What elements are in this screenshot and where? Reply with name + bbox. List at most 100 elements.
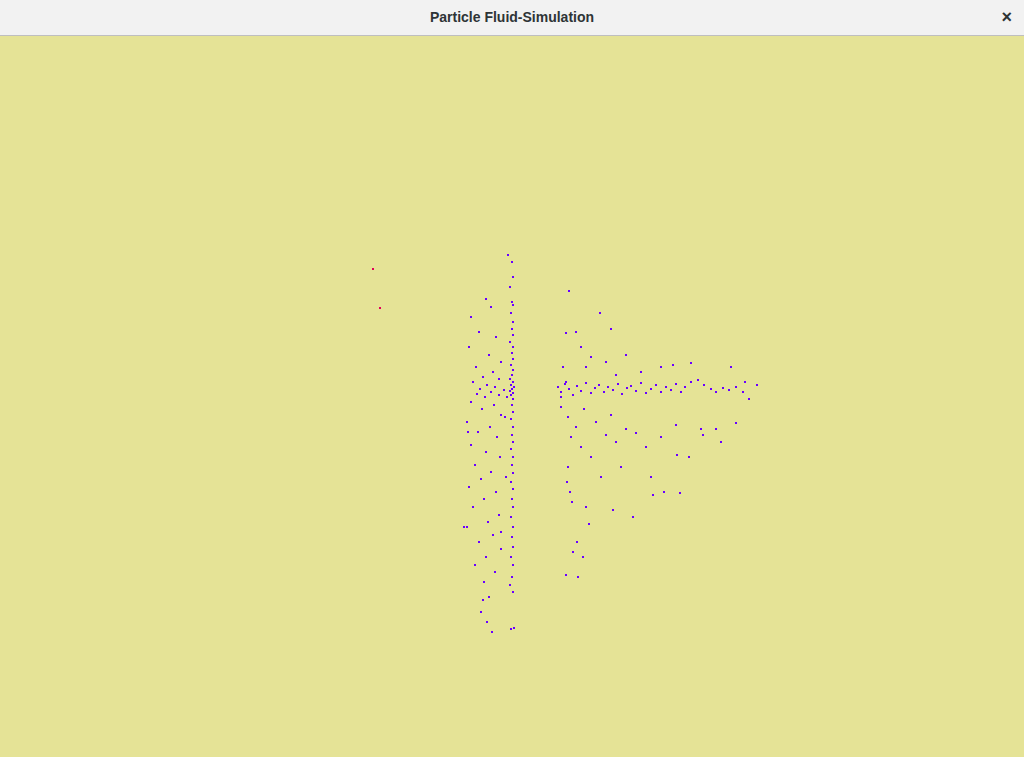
- particle: [486, 384, 488, 386]
- particle: [505, 476, 507, 478]
- particle: [474, 464, 476, 466]
- particle: [480, 611, 482, 613]
- particle: [479, 388, 481, 390]
- particle: [511, 352, 513, 354]
- particle: [756, 384, 758, 386]
- particle: [585, 382, 587, 384]
- particle: [500, 548, 502, 550]
- window-title: Particle Fluid-Simulation: [430, 7, 594, 28]
- particle: [645, 446, 647, 448]
- particle: [512, 346, 514, 348]
- particle: [570, 436, 572, 438]
- particle: [576, 541, 578, 543]
- particle: [468, 346, 470, 348]
- particle: [475, 366, 477, 368]
- particle: [645, 392, 647, 394]
- particle: [511, 374, 513, 376]
- particle: [512, 526, 514, 528]
- particle: [715, 391, 717, 393]
- particle: [652, 494, 654, 496]
- particle: [510, 312, 512, 314]
- particle: [492, 371, 494, 373]
- particle: [510, 394, 512, 396]
- particle: [560, 391, 562, 393]
- particle: [495, 336, 497, 338]
- particle: [610, 414, 612, 416]
- title-bar: Particle Fluid-Simulation ×: [0, 0, 1024, 36]
- particle: [489, 426, 491, 428]
- particle: [495, 491, 497, 493]
- particle: [615, 441, 617, 443]
- particle: [580, 446, 582, 448]
- particle: [478, 541, 480, 543]
- particle: [511, 404, 513, 406]
- particle: [482, 376, 484, 378]
- particle: [621, 393, 623, 395]
- particle: [512, 426, 514, 428]
- particle: [612, 509, 614, 511]
- particle: [510, 384, 512, 386]
- particle: [625, 354, 627, 356]
- particle: [620, 466, 622, 468]
- particle: [480, 478, 482, 480]
- particle: [582, 556, 584, 558]
- particle: [600, 476, 602, 478]
- particle: [748, 398, 750, 400]
- particle: [498, 514, 500, 516]
- particle: [640, 371, 642, 373]
- particle: [481, 408, 483, 410]
- particle: [626, 387, 628, 389]
- particle: [583, 408, 585, 410]
- particle: [702, 434, 704, 436]
- simulation-canvas: [0, 36, 1024, 757]
- particle: [560, 396, 562, 398]
- particle: [512, 456, 514, 458]
- particle: [617, 383, 619, 385]
- particle: [504, 416, 506, 418]
- particle: [632, 516, 634, 518]
- particle: [512, 506, 514, 508]
- particle: [490, 471, 492, 473]
- particle: [607, 386, 609, 388]
- particle: [512, 392, 514, 394]
- particle: [513, 386, 515, 388]
- particle: [467, 431, 469, 433]
- particle: [492, 534, 494, 536]
- particle: [585, 366, 587, 368]
- particle: [557, 386, 559, 388]
- particle: [506, 396, 508, 398]
- particle: [485, 298, 487, 300]
- particle: [697, 379, 699, 381]
- particle: [615, 374, 617, 376]
- particle: [511, 536, 513, 538]
- particle: [512, 546, 514, 548]
- particle: [567, 416, 569, 418]
- particle: [660, 436, 662, 438]
- close-button[interactable]: ×: [999, 7, 1014, 27]
- particle: [470, 444, 472, 446]
- particle: [512, 276, 514, 278]
- particle: [487, 521, 489, 523]
- particle: [603, 391, 605, 393]
- particle: [690, 381, 692, 383]
- particle: [675, 424, 677, 426]
- particle: [564, 383, 566, 385]
- particle: [650, 476, 652, 478]
- particle: [635, 432, 637, 434]
- particle: [499, 456, 501, 458]
- particle: [512, 304, 514, 306]
- particle: [595, 421, 597, 423]
- particle: [572, 551, 574, 553]
- particle: [509, 378, 511, 380]
- particle: [511, 388, 513, 390]
- particle: [509, 341, 511, 343]
- particle: [568, 290, 570, 292]
- particle: [494, 386, 496, 388]
- particle: [598, 384, 600, 386]
- particle: [485, 556, 487, 558]
- particle: [472, 381, 474, 383]
- particle: [476, 393, 478, 395]
- particle: [728, 389, 730, 391]
- particle: [565, 381, 567, 383]
- particle: [735, 422, 737, 424]
